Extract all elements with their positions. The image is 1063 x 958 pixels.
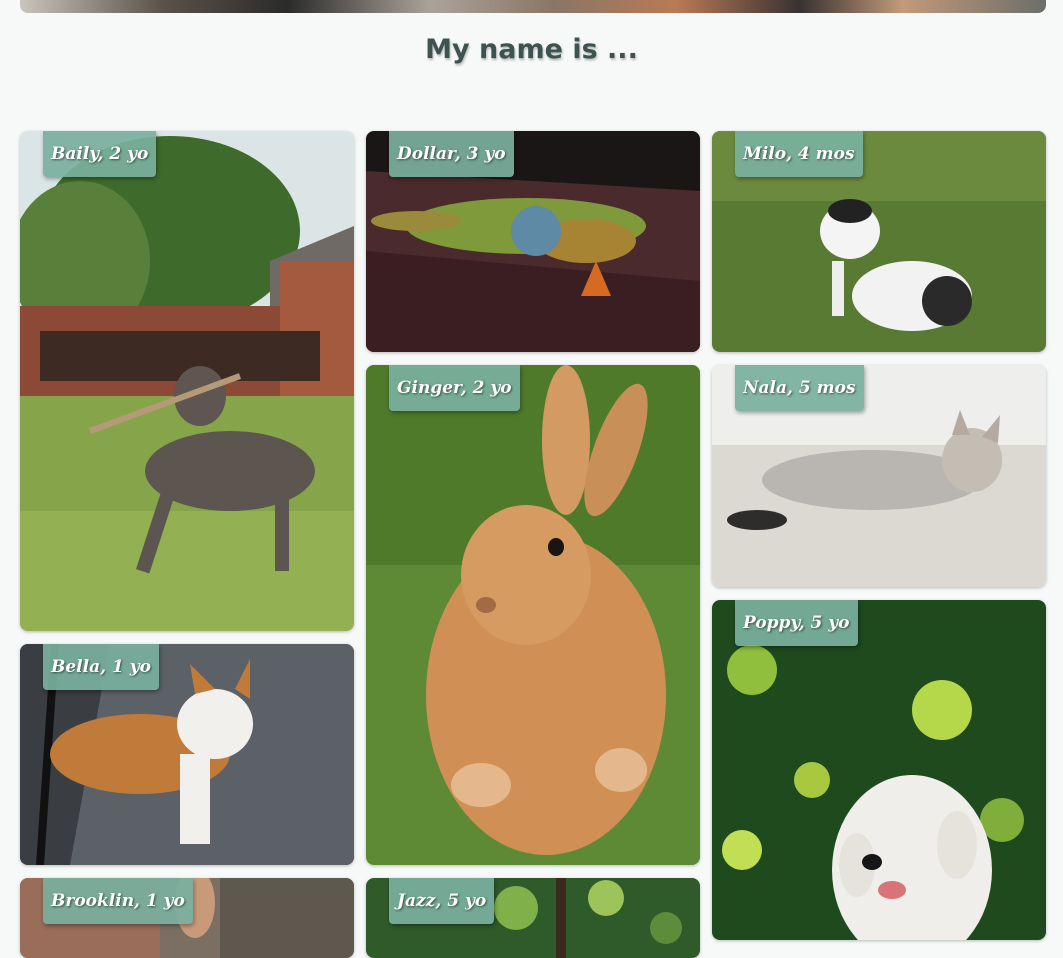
pet-card-milo[interactable]: Milo, 4 mos — [712, 131, 1046, 352]
pet-card-brooklin[interactable]: Brooklin, 1 yo — [20, 878, 354, 958]
pet-name-tag: Ginger, 2 yo — [389, 365, 520, 411]
pet-name-tag: Brooklin, 1 yo — [43, 878, 193, 924]
pet-name-tag: Dollar, 3 yo — [389, 131, 514, 177]
pet-photo-dog — [20, 131, 354, 631]
pet-photo-dog — [712, 600, 1046, 940]
pet-card-poppy[interactable]: Poppy, 5 yo — [712, 600, 1046, 940]
pet-card-baily[interactable]: Baily, 2 yo — [20, 131, 354, 631]
pet-name-tag: Nala, 5 mos — [735, 365, 864, 411]
pet-name-tag: Jazz, 5 yo — [389, 878, 495, 924]
pet-card-nala[interactable]: Nala, 5 mos — [712, 365, 1046, 587]
pet-card-jazz[interactable]: Jazz, 5 yo — [366, 878, 700, 958]
pet-name-tag: Baily, 2 yo — [43, 131, 157, 177]
hero-image — [20, 0, 1046, 13]
pet-name-tag: Milo, 4 mos — [735, 131, 863, 177]
pet-name-tag: Bella, 1 yo — [43, 644, 159, 690]
page-title: My name is ... — [425, 34, 638, 65]
pet-card-ginger[interactable]: Ginger, 2 yo — [366, 365, 700, 865]
pet-name-tag: Poppy, 5 yo — [735, 600, 858, 646]
pet-card-dollar[interactable]: Dollar, 3 yo — [366, 131, 700, 352]
pet-card-bella[interactable]: Bella, 1 yo — [20, 644, 354, 865]
pet-photo-rabbit — [366, 365, 700, 865]
